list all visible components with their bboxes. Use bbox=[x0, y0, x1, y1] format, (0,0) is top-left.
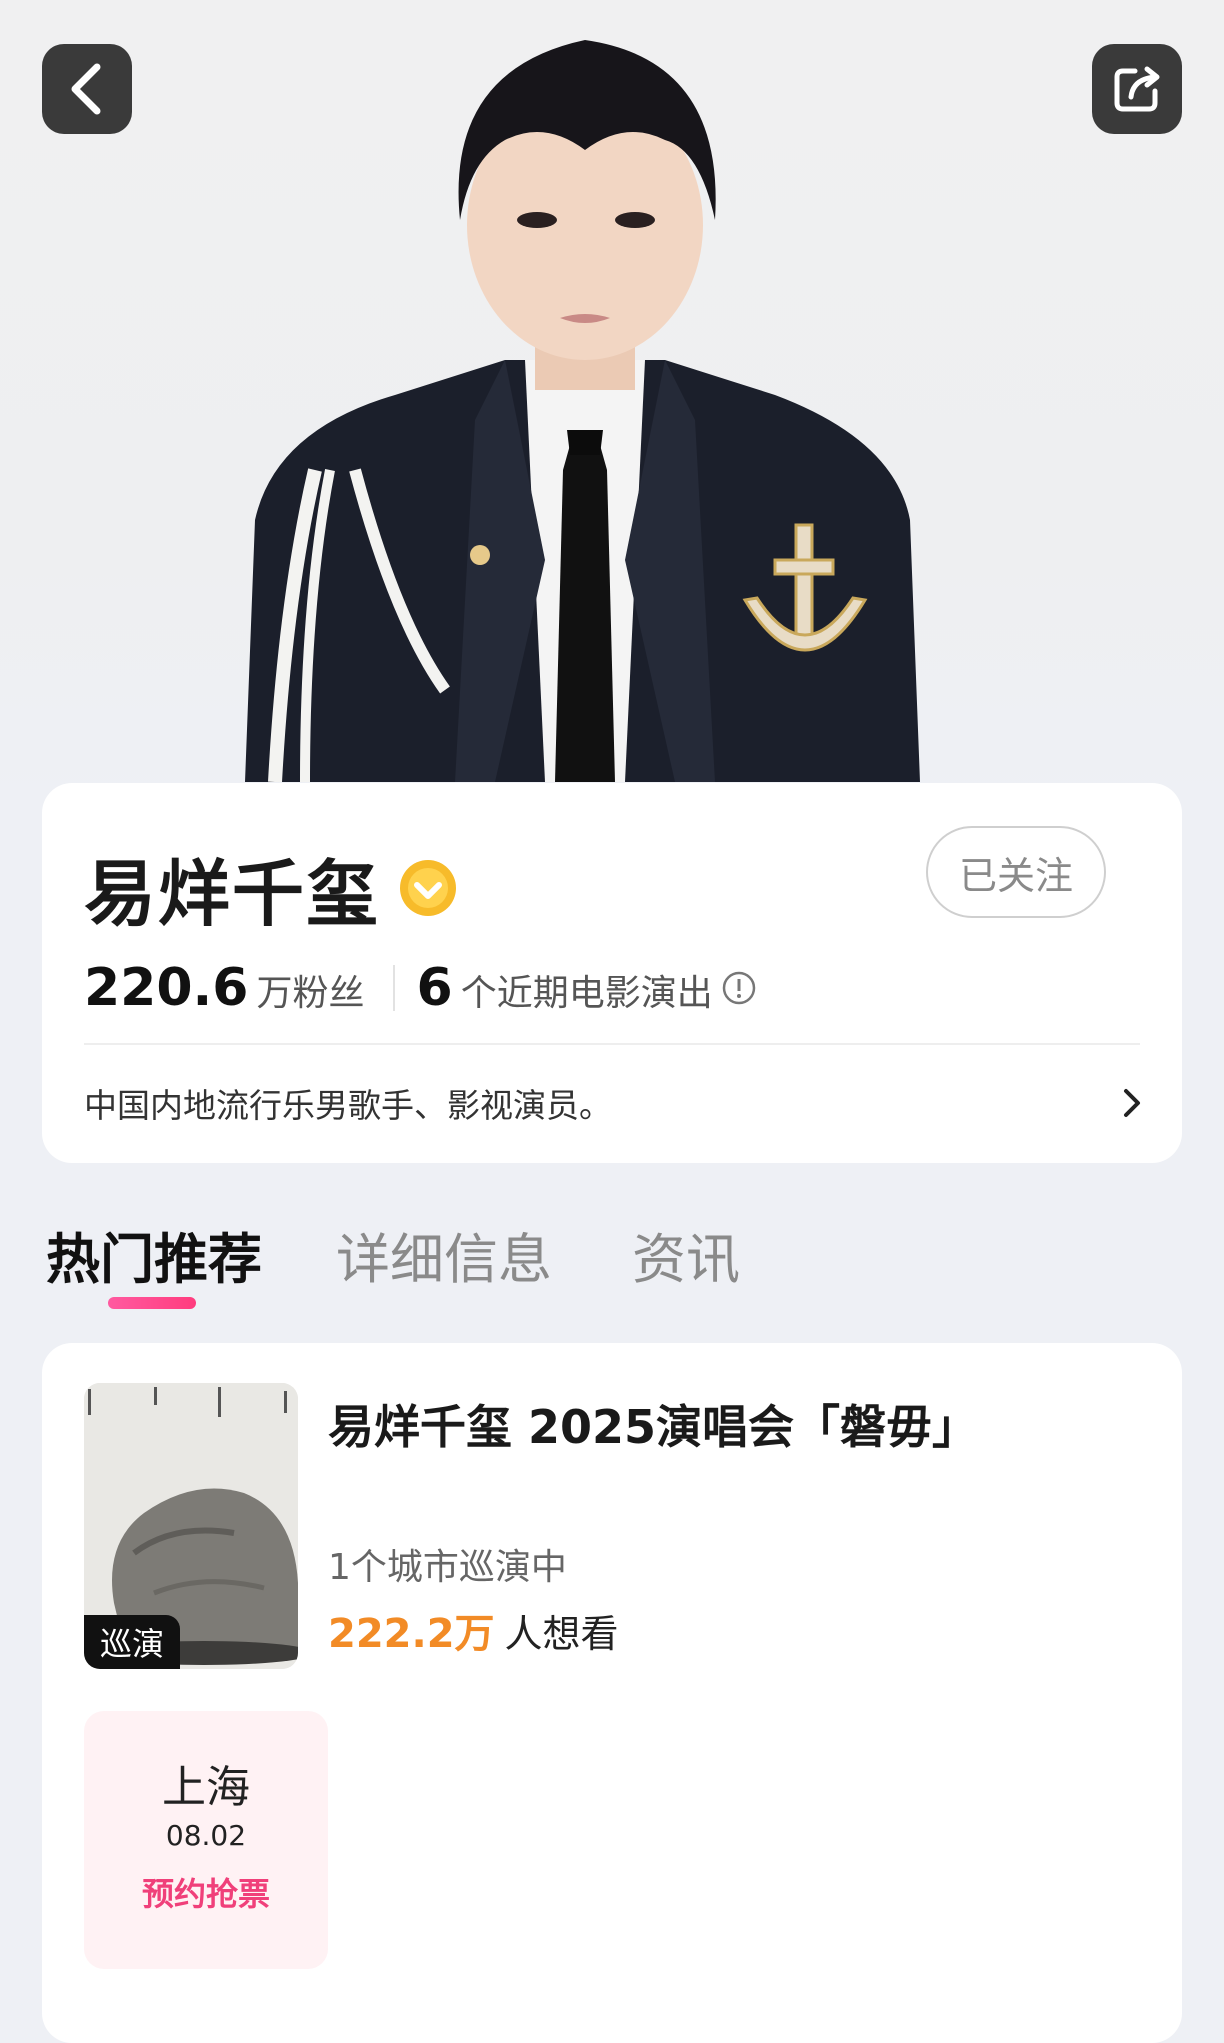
tab-details[interactable]: 详细信息 bbox=[336, 1215, 552, 1294]
active-tab-indicator bbox=[108, 1297, 196, 1309]
want-to-see-count: 222.2万 bbox=[328, 1611, 495, 1657]
card-divider bbox=[84, 1043, 1140, 1045]
follow-button[interactable]: 已关注 bbox=[926, 826, 1106, 918]
fans-count: 220.6 bbox=[84, 958, 249, 1018]
stats-divider bbox=[392, 965, 395, 1011]
event-title[interactable]: 易烊千玺 2025演唱会「磐毋」 bbox=[328, 1391, 978, 1457]
artist-profile-card: 易烊千玺 已关注 220.6 万粉丝 6 个近期电影演出 中国内地流行乐男歌手、… bbox=[42, 783, 1182, 1163]
want-to-see-row: 222.2万 人想看 bbox=[328, 1601, 619, 1659]
event-card[interactable]: 巡演 易烊千玺 2025演唱会「磐毋」 1个城市巡演中 222.2万 人想看 上… bbox=[42, 1343, 1182, 2043]
info-icon[interactable] bbox=[721, 970, 757, 1006]
show-city: 上海 bbox=[162, 1762, 250, 1813]
verified-badge-icon bbox=[400, 859, 457, 916]
want-to-see-label: 人想看 bbox=[504, 1612, 619, 1656]
artist-hero bbox=[0, 0, 1224, 800]
shows-unit: 个近期电影演出 bbox=[460, 973, 713, 1014]
share-icon bbox=[1114, 66, 1160, 112]
reserve-ticket-button[interactable]: 预约抢票 bbox=[84, 1869, 328, 1915]
fans-unit: 万粉丝 bbox=[256, 973, 365, 1014]
share-button[interactable] bbox=[1092, 44, 1182, 134]
tour-cities-status: 1个城市巡演中 bbox=[328, 1547, 567, 1588]
show-date-tile[interactable]: 上海 08.02 预约抢票 bbox=[84, 1711, 328, 1969]
show-date: 08.02 bbox=[165, 1819, 247, 1852]
chevron-left-icon bbox=[71, 63, 101, 115]
tab-news[interactable]: 资讯 bbox=[632, 1215, 740, 1294]
shows-count: 6 bbox=[416, 958, 453, 1018]
tab-hot-recommend[interactable]: 热门推荐 bbox=[46, 1215, 262, 1294]
chevron-right-icon bbox=[1124, 1089, 1140, 1117]
artist-portrait bbox=[245, 40, 920, 782]
back-button[interactable] bbox=[42, 44, 132, 134]
event-poster[interactable]: 巡演 bbox=[84, 1383, 298, 1669]
artist-bio: 中国内地流行乐男歌手、影视演员。 bbox=[84, 1086, 612, 1125]
stats-row: 220.6 万粉丝 6 个近期电影演出 bbox=[84, 958, 757, 1018]
name-row: 易烊千玺 bbox=[84, 835, 458, 940]
artist-name: 易烊千玺 bbox=[84, 852, 381, 936]
bio-row[interactable]: 中国内地流行乐男歌手、影视演员。 bbox=[84, 1073, 1146, 1133]
tour-badge: 巡演 bbox=[84, 1615, 181, 1669]
content-tabs: 热门推荐 详细信息 资讯 bbox=[46, 1215, 1186, 1325]
